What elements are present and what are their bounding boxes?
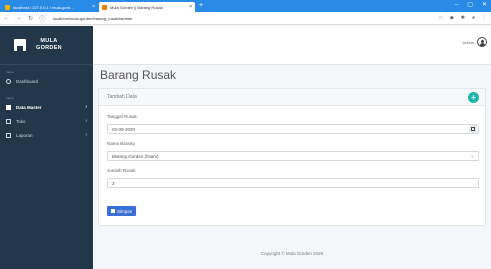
save-button[interactable]: Simpan (107, 206, 137, 216)
chevron-right-icon: › (85, 118, 87, 124)
chevron-down-icon: ⌄ (470, 153, 474, 158)
user-name: Admin (462, 39, 474, 45)
form-card: Tambah Data + Tanggal Rusak 03-09-2020 N… (98, 88, 486, 226)
sidebar-item-data-master[interactable]: Data Master › (0, 100, 93, 114)
dashboard-icon (6, 78, 11, 84)
report-icon (6, 132, 11, 138)
card-header: Tambah Data + (99, 89, 485, 106)
nav-section-label: menu (6, 70, 14, 74)
sidebar-item-label: Dashboard (16, 78, 39, 84)
page-title: Barang Rusak (100, 68, 177, 82)
tab-label: localhost / 127.0.0.1 / mula-gord… (13, 4, 75, 10)
barang-label: Nama Barang (107, 141, 135, 146)
menu-kebab-icon[interactable]: ⋮ (482, 15, 487, 21)
extensions-puzzle-icon[interactable]: ✱ (461, 15, 465, 21)
window-controls: – ▢ ✕ (455, 1, 487, 10)
footer-copyright: Copyright © Mula Gorden 2020 (260, 251, 324, 256)
brand-line1: MULA (40, 38, 58, 44)
nav-section-label: menu (6, 96, 14, 100)
new-tab-icon[interactable]: + (199, 2, 203, 10)
calendar-icon[interactable] (469, 125, 477, 133)
phpmyadmin-favicon-icon (5, 4, 10, 10)
sidebar-item-dashboard[interactable]: Dashboard (0, 74, 93, 88)
brand[interactable]: MULA GORDEN (0, 26, 93, 65)
site-favicon-icon (102, 4, 107, 10)
top-header: Admin (93, 26, 491, 65)
sidebar-item-label: Data Master (16, 104, 42, 110)
tab-label: Mula Gorden || Barang Rusak (110, 4, 163, 10)
sidebar: MULA GORDEN menu Dashboard menu Data Mas… (0, 26, 93, 269)
tanggal-value: 03-09-2020 (112, 126, 136, 132)
store-icon (14, 39, 26, 51)
save-label: Simpan (117, 208, 133, 214)
browser-tab-bar: localhost / 127.0.0.1 / mula-gord… × Mul… (0, 0, 491, 12)
add-button[interactable]: + (468, 92, 479, 103)
maximize-icon[interactable]: ▢ (467, 1, 473, 10)
chevron-right-icon: › (85, 132, 87, 138)
brand-text: MULA GORDEN (36, 38, 62, 52)
url-field[interactable]: localhost/mula-gorden/barang_rusak/tamba… (53, 16, 132, 21)
reload-icon[interactable]: ↻ (28, 15, 33, 22)
sidebar-item-laporan[interactable]: Laporan › (0, 128, 93, 142)
chevron-right-icon: › (85, 104, 87, 110)
database-icon (6, 104, 11, 110)
site-info-icon[interactable]: ⓘ (39, 14, 45, 23)
user-menu[interactable]: Admin (463, 37, 487, 47)
barang-select[interactable]: Blalang Gorden (hitam) ⌄ (107, 151, 479, 161)
barang-value: Blalang Gorden (hitam) (112, 153, 159, 159)
minimize-icon[interactable]: – (455, 1, 458, 10)
profile-icon[interactable]: ● (472, 15, 475, 21)
bookmark-star-icon[interactable]: ☆ (438, 15, 442, 21)
jumlah-label: Jumlah Rusak (107, 168, 136, 173)
back-icon[interactable]: ← (4, 15, 10, 21)
forward-icon[interactable]: → (16, 15, 22, 21)
sidebar-item-label: Laporan (16, 132, 33, 138)
sidebar-item-label: Toko (16, 118, 26, 124)
brand-line2: GORDEN (36, 45, 62, 51)
card-title: Tambah Data (107, 94, 137, 100)
extension-icon[interactable]: ◆ (450, 15, 454, 21)
jumlah-value: 2 (112, 180, 115, 186)
user-avatar-icon (477, 37, 487, 47)
address-bar: ← → ↻ ⓘ localhost/mula-gorden/barang_rus… (0, 12, 491, 25)
jumlah-input[interactable]: 2 (107, 178, 479, 188)
tanggal-input[interactable]: 03-09-2020 (107, 124, 479, 134)
browser-tab-active[interactable]: Mula Gorden || Barang Rusak × (99, 2, 195, 12)
close-window-icon[interactable]: ✕ (482, 1, 487, 10)
sidebar-item-toko[interactable]: Toko › (0, 114, 93, 128)
tanggal-label: Tanggal Rusak (107, 114, 137, 119)
close-icon[interactable]: × (92, 4, 95, 10)
store-icon (6, 118, 11, 124)
save-icon (111, 209, 115, 213)
browser-tab-phpmyadmin[interactable]: localhost / 127.0.0.1 / mula-gord… × (2, 2, 98, 12)
close-icon[interactable]: × (189, 4, 192, 10)
